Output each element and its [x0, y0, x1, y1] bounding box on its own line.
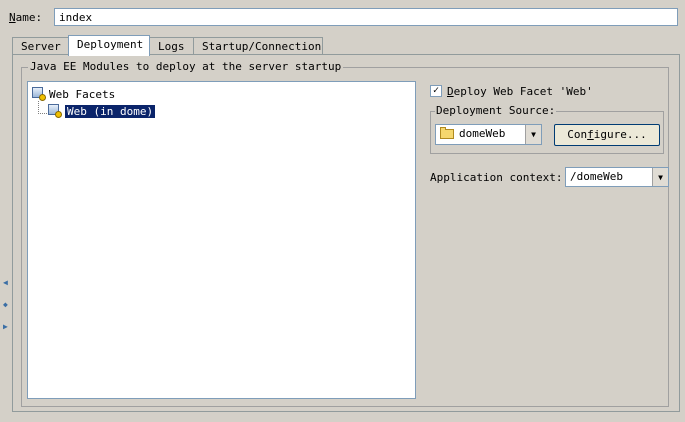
collapse-right-icon[interactable]: ▶ [3, 322, 8, 331]
folder-icon [440, 127, 454, 139]
chevron-down-icon[interactable]: ▼ [652, 168, 668, 186]
deployment-source-value: domeWeb [459, 127, 506, 140]
tree-node-web-facets[interactable]: Web Facets [32, 87, 115, 101]
deploy-web-facet-checkbox[interactable]: ✓ [430, 85, 442, 97]
modules-group: Java EE Modules to deploy at the server … [21, 60, 669, 407]
deployment-options: ✓ Deploy Web Facet 'Web' Deployment Sour… [426, 68, 669, 398]
deploy-web-facet-label[interactable]: Deploy Web Facet 'Web' [447, 85, 593, 98]
application-context-select[interactable]: /domeWeb ▼ [565, 167, 669, 187]
deployment-source-group: Deployment Source: domeWeb ▼ Configure..… [430, 104, 664, 154]
tab-startup-connection[interactable]: Startup/Connection [193, 37, 323, 55]
application-context-label: Application context: [430, 171, 563, 184]
splitter-handle[interactable]: ◀ ◆ ▶ [2, 262, 10, 342]
name-input[interactable]: index [54, 8, 678, 26]
name-label: Name: [9, 11, 43, 24]
tree-node-web-in-dome[interactable]: Web (in dome) [48, 103, 157, 119]
tab-deployment[interactable]: Deployment [68, 35, 150, 56]
tab-logs[interactable]: Logs [149, 37, 194, 55]
chevron-down-icon[interactable]: ▼ [525, 125, 541, 144]
collapse-left-icon[interactable]: ◀ [3, 278, 8, 287]
tree-node-label: Web (in dome) [63, 103, 157, 119]
tree-node-label: Web Facets [49, 87, 116, 101]
configure-button[interactable]: Configure... [554, 124, 660, 146]
deployment-source-select[interactable]: domeWeb ▼ [435, 124, 542, 145]
deployment-source-title: Deployment Source: [435, 104, 557, 117]
application-context-value: /domeWeb [570, 170, 623, 183]
deployment-panel: Java EE Modules to deploy at the server … [12, 54, 680, 412]
tab-server[interactable]: Server [12, 37, 69, 55]
web-facet-icon [32, 87, 46, 101]
center-divider-icon[interactable]: ◆ [3, 300, 8, 309]
modules-group-title: Java EE Modules to deploy at the server … [28, 60, 344, 73]
web-facet-icon [48, 104, 62, 118]
modules-tree[interactable]: Web Facets Web (in dome) [27, 81, 416, 399]
